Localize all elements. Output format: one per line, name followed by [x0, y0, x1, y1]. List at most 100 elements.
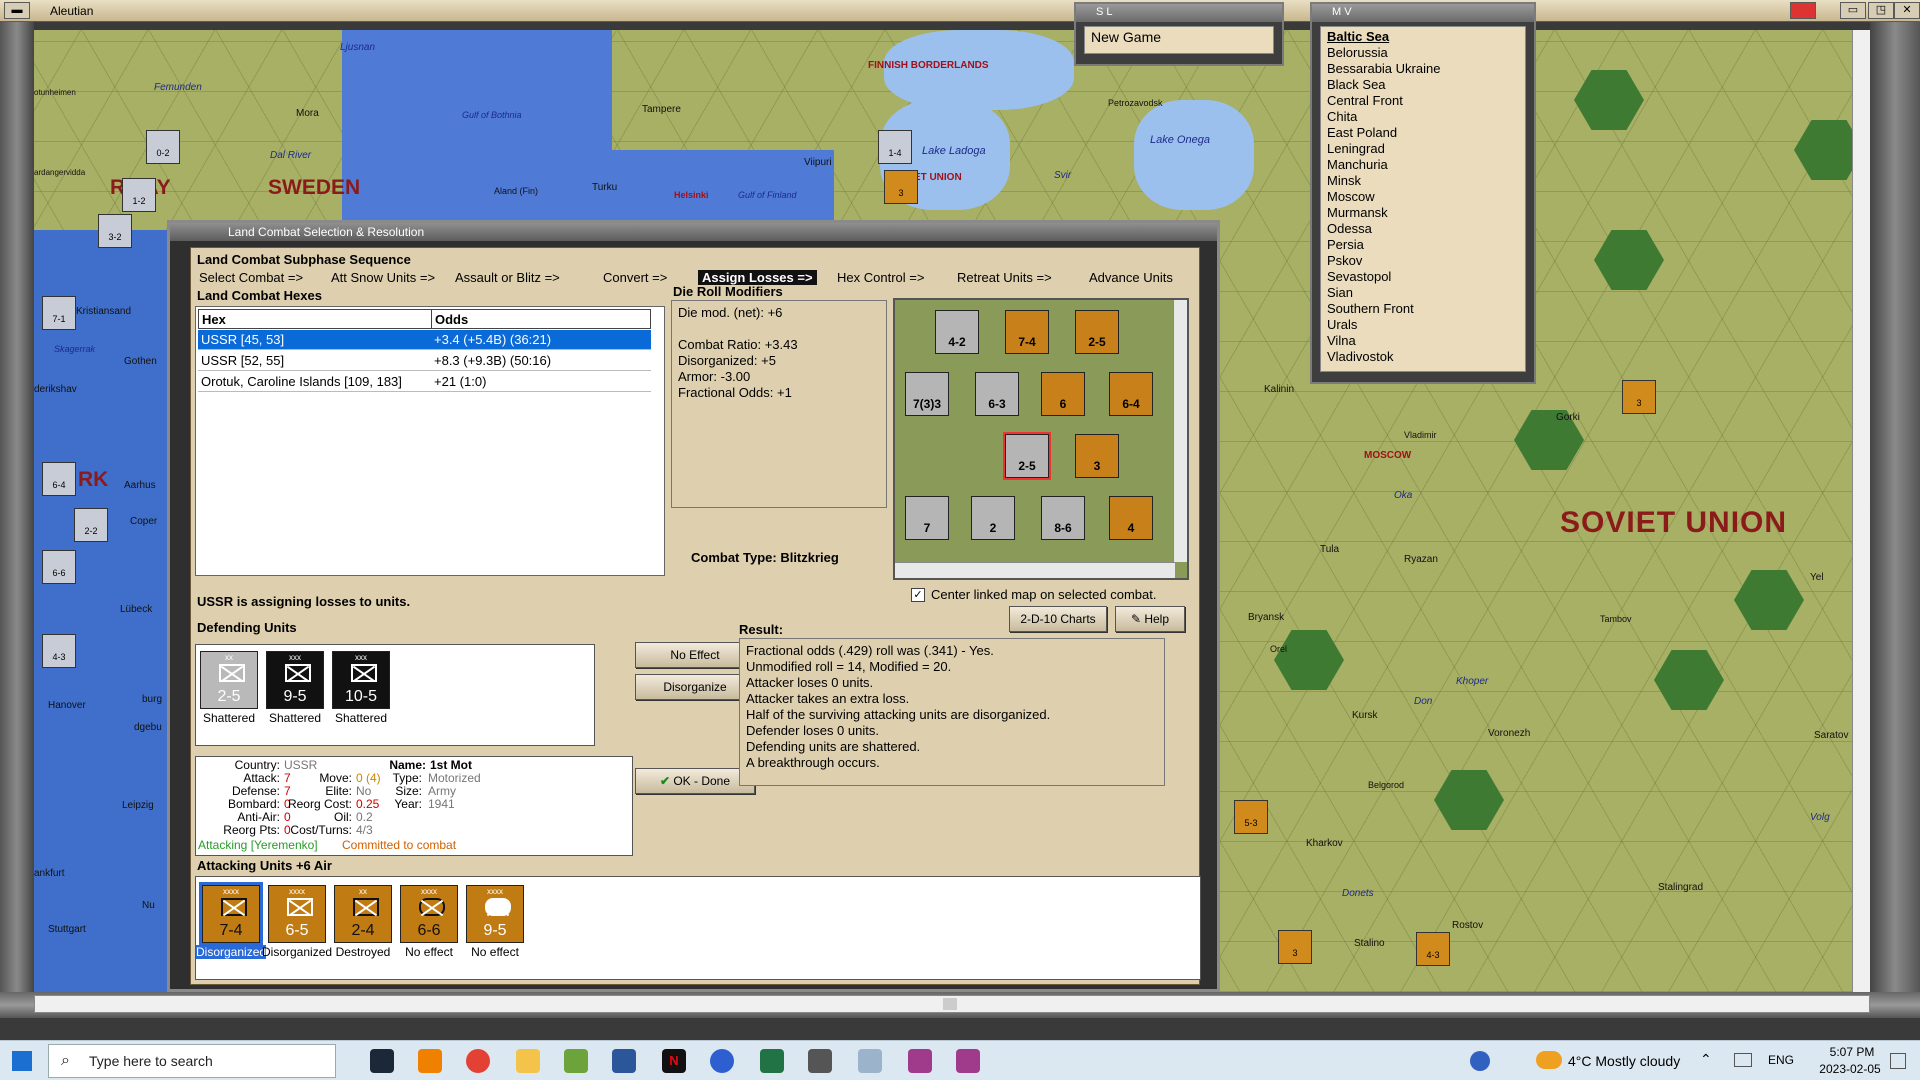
map-unit-counter[interactable]: 0-2: [146, 130, 180, 164]
network-icon[interactable]: [1734, 1053, 1752, 1067]
mv-list-item[interactable]: Vladivostok: [1321, 349, 1525, 365]
map-unit-counter[interactable]: 4-3: [1416, 932, 1450, 966]
mini-map-counter[interactable]: 2-5: [1005, 434, 1049, 478]
edge-icon[interactable]: [710, 1049, 734, 1073]
disorganize-button[interactable]: Disorganize: [635, 674, 755, 700]
sl-window-item[interactable]: New Game: [1084, 26, 1274, 54]
mini-map-counter[interactable]: 6-4: [1109, 372, 1153, 416]
mini-map-counter[interactable]: 7-4: [1005, 310, 1049, 354]
defender-unit[interactable]: xx 2-5: [200, 651, 258, 709]
mv-list-item[interactable]: Vilna: [1321, 333, 1525, 349]
no-effect-button[interactable]: No Effect: [635, 642, 755, 668]
mini-map-counter[interactable]: 4-2: [935, 310, 979, 354]
mv-list-item[interactable]: Murmansk: [1321, 205, 1525, 221]
map-unit-counter[interactable]: 6-4: [42, 462, 76, 496]
table-row[interactable]: Orotuk, Caroline Islands [109, 183] +21 …: [198, 372, 651, 392]
attacker-unit[interactable]: xxxx 9-5: [466, 885, 524, 943]
netflix-icon[interactable]: N: [662, 1049, 686, 1073]
map-unit-counter[interactable]: 7-1: [42, 296, 76, 330]
map-unit-counter[interactable]: 3: [1622, 380, 1656, 414]
table-row[interactable]: USSR [45, 53] +3.4 (+5.4B) (36:21): [198, 330, 651, 350]
clock-date[interactable]: 2023-02-05: [1812, 1062, 1888, 1076]
map-unit-counter[interactable]: 2-2: [74, 508, 108, 542]
mv-list-item[interactable]: Pskov: [1321, 253, 1525, 269]
file-explorer-icon[interactable]: [516, 1049, 540, 1073]
center-map-checkbox[interactable]: ✓: [911, 588, 925, 602]
map-label: Coper: [130, 516, 158, 527]
mv-list-item[interactable]: Southern Front: [1321, 301, 1525, 317]
mv-list-item[interactable]: Central Front: [1321, 93, 1525, 109]
mini-map-counter[interactable]: 8-6: [1041, 496, 1085, 540]
chrome-icon[interactable]: [466, 1049, 490, 1073]
map-unit-counter[interactable]: 3: [884, 170, 918, 204]
attacker-unit[interactable]: xx 2-4: [334, 885, 392, 943]
table-row[interactable]: USSR [52, 55] +8.3 (+9.3B) (50:16): [198, 351, 651, 371]
map-unit-counter[interactable]: 1-4: [878, 130, 912, 164]
mini-map-hscroll[interactable]: [895, 562, 1175, 578]
minimize-button[interactable]: ▭: [1840, 2, 1866, 19]
defender-unit[interactable]: xxx 9-5: [266, 651, 324, 709]
map-unit-counter[interactable]: 3: [1278, 930, 1312, 964]
mini-map-counter[interactable]: 4: [1109, 496, 1153, 540]
mv-list-item[interactable]: Baltic Sea: [1321, 29, 1525, 45]
help-tray-icon[interactable]: [1470, 1051, 1490, 1071]
map-horizontal-scrollbar[interactable]: [34, 995, 1870, 1013]
attacker-unit[interactable]: xxxx 6-5: [268, 885, 326, 943]
weather-text[interactable]: 4°C Mostly cloudy: [1568, 1053, 1680, 1069]
calculator-icon[interactable]: [808, 1049, 832, 1073]
mini-map-counter[interactable]: 3: [1075, 434, 1119, 478]
notepad-icon[interactable]: [564, 1049, 588, 1073]
mv-list-item[interactable]: Odessa: [1321, 221, 1525, 237]
mv-list-item[interactable]: Belorussia: [1321, 45, 1525, 61]
map-unit-counter[interactable]: 6-6: [42, 550, 76, 584]
map-unit-counter[interactable]: 5-3: [1234, 800, 1268, 834]
mv-list-item[interactable]: East Poland: [1321, 125, 1525, 141]
hscroll-thumb[interactable]: [943, 998, 957, 1010]
mv-list-item[interactable]: Minsk: [1321, 173, 1525, 189]
mini-map-counter[interactable]: 2: [971, 496, 1015, 540]
attacker-unit[interactable]: xxxx 7-4: [202, 885, 260, 943]
restore-button[interactable]: ◳: [1868, 2, 1894, 19]
mv-list-item[interactable]: Sian: [1321, 285, 1525, 301]
clock-time[interactable]: 5:07 PM: [1820, 1045, 1884, 1059]
defender-unit[interactable]: xxx 10-5: [332, 651, 390, 709]
mini-map-counter[interactable]: 7(3)3: [905, 372, 949, 416]
vlc-icon[interactable]: [418, 1049, 442, 1073]
mini-map-counter[interactable]: 7: [905, 496, 949, 540]
map-unit-counter[interactable]: 1-2: [122, 178, 156, 212]
mv-list-item[interactable]: Black Sea: [1321, 77, 1525, 93]
mv-list-item[interactable]: Chita: [1321, 109, 1525, 125]
app-window-icon[interactable]: [858, 1049, 882, 1073]
mv-list-item[interactable]: Leningrad: [1321, 141, 1525, 157]
game-icon[interactable]: [956, 1049, 980, 1073]
charts-button[interactable]: 2-D-10 Charts: [1009, 606, 1107, 632]
mv-list-item[interactable]: Sevastopol: [1321, 269, 1525, 285]
word-icon[interactable]: [612, 1049, 636, 1073]
map-unit-counter[interactable]: 4-3: [42, 634, 76, 668]
notifications-icon[interactable]: [1890, 1053, 1906, 1069]
language-indicator[interactable]: ENG: [1768, 1053, 1794, 1067]
attacker-unit[interactable]: xxxx 6-6: [400, 885, 458, 943]
mini-map-counter[interactable]: 6: [1041, 372, 1085, 416]
game-icon[interactable]: [908, 1049, 932, 1073]
map-vertical-scrollbar[interactable]: [1852, 30, 1870, 992]
mv-list-item[interactable]: Manchuria: [1321, 157, 1525, 173]
map-unit-counter[interactable]: 3-2: [98, 214, 132, 248]
mv-list-item[interactable]: Urals: [1321, 317, 1525, 333]
mini-map-vscroll[interactable]: [1173, 300, 1187, 562]
close-button[interactable]: ✕: [1894, 2, 1920, 19]
mini-map-counter[interactable]: 2-5: [1075, 310, 1119, 354]
linked-mini-map[interactable]: 4-2 7-4 2-5 7(3)3 6-3 6 6-4 2-5 3 8-6 4 …: [893, 298, 1189, 580]
mv-list-item[interactable]: Bessarabia Ukraine: [1321, 61, 1525, 77]
help-button[interactable]: ✎ Help: [1115, 606, 1185, 632]
steam-icon[interactable]: [370, 1049, 394, 1073]
mv-list-item[interactable]: Moscow: [1321, 189, 1525, 205]
mv-list-item[interactable]: Persia: [1321, 237, 1525, 253]
taskbar-search[interactable]: ⌕ Type here to search: [48, 1044, 336, 1078]
tray-chevron-icon[interactable]: ⌃: [1700, 1051, 1712, 1068]
excel-icon[interactable]: [760, 1049, 784, 1073]
mini-map-counter[interactable]: 6-3: [975, 372, 1019, 416]
ok-done-button[interactable]: ✔ OK - Done: [635, 768, 755, 794]
windows-start-icon[interactable]: [12, 1051, 32, 1071]
system-menu-icon[interactable]: ▬: [4, 2, 30, 19]
